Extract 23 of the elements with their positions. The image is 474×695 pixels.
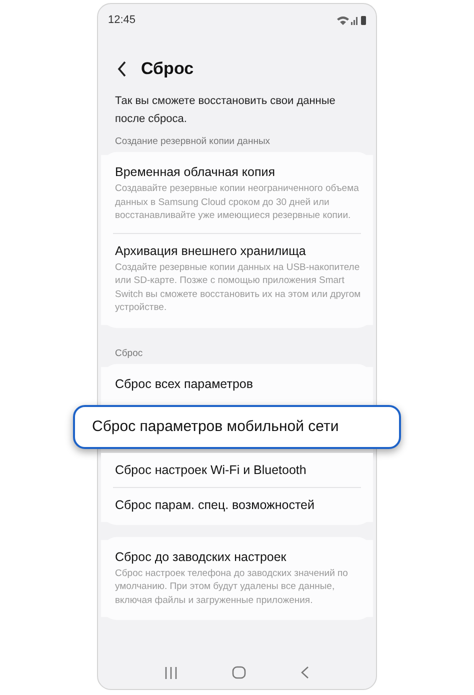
item-title: Временная облачная копия — [115, 164, 276, 181]
section-label: Создание резервной копии данных — [115, 136, 272, 147]
recent-apps-icon[interactable] — [165, 666, 178, 678]
status-icons — [337, 15, 367, 25]
item-title: Сброс всех параметров — [115, 376, 254, 393]
item-title: Сброс парам. спец. возможностей — [115, 496, 316, 514]
item-description: Создавайте резервные копии неограниченного объема данных в Samsung Cloud сроком до 30 дней или восстанавливайте уже имеющиеся резервные копии. — [115, 182, 360, 222]
settings-item[interactable]: Сброс до заводских настроек Сброс настроек телефона до заводских значений по умолчанию. При этом будут удалены все данные, включая файлы и загруженные приложения. — [101, 540, 373, 617]
home-icon[interactable] — [232, 666, 246, 679]
item-description: Создайте резервные копии данных на USB-накопителе или SD-карте. Позже с помощью приложения Smart Switch вы сможете восстановить их на этом или другом устройстве. — [115, 260, 362, 314]
settings-item[interactable]: Сброс параметров мобильной сети — [73, 404, 401, 448]
item-title: Сброс параметров мобильной сети — [92, 416, 340, 436]
section-label: Сброс — [115, 348, 144, 358]
status-time: 12:45 — [108, 14, 136, 26]
item-description: Сброс настроек телефона до заводских значений по умолчанию. При этом будут удалены все данные, включая файлы и загруженные приложения. — [115, 566, 349, 607]
item-title: Сброс до заводских настроек — [115, 548, 288, 566]
page-title: Сброс — [141, 59, 194, 79]
back-icon[interactable] — [117, 61, 127, 77]
settings-item[interactable]: Сброс парам. спец. возможностей — [101, 488, 373, 522]
item-title: Архивация внешнего хранилища — [115, 242, 307, 260]
intro-text: Так вы сможете восстановить свои данные после сброса. — [115, 94, 336, 127]
settings-item[interactable]: Архивация внешнего хранилища Создайте резервные копии данных на USB-накопителе или SD-карте. Позже с помощью приложения Smart Switch вы сможете восстановить их на этом или другом устройстве. — [101, 234, 373, 324]
item-title: Сброс настроек Wi-Fi и Bluetooth — [115, 462, 308, 479]
